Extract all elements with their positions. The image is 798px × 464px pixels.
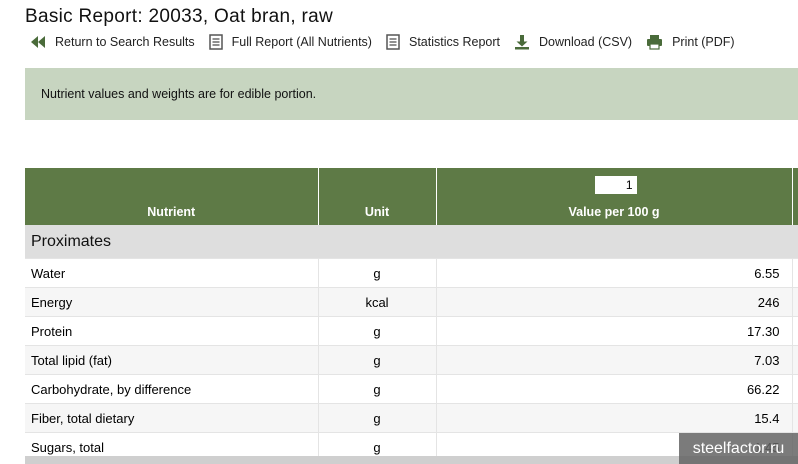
watermark: steelfactor.ru bbox=[679, 433, 798, 464]
nutrient-unit: g bbox=[318, 403, 437, 433]
nutrient-name: Carbohydrate, by difference bbox=[25, 374, 319, 404]
note-text: Nutrient values and weights are for edib… bbox=[41, 87, 317, 101]
page-title: Basic Report: 20033, Oat bran, raw bbox=[25, 6, 334, 27]
download-csv-label: Download (CSV) bbox=[539, 35, 633, 49]
return-to-search-label: Return to Search Results bbox=[55, 35, 195, 49]
statistics-report-link[interactable]: Statistics Report bbox=[386, 34, 500, 50]
document-icon bbox=[208, 34, 223, 50]
double-left-arrow-icon bbox=[31, 36, 45, 48]
quantity-input[interactable] bbox=[594, 176, 637, 194]
print-pdf-label: Print (PDF) bbox=[672, 35, 735, 49]
download-csv-link[interactable]: Download (CSV) bbox=[514, 34, 632, 50]
nutrient-name: Protein bbox=[25, 316, 319, 346]
nutrient-value: 6.55 bbox=[436, 258, 793, 288]
value-column-label: Value per 100 g bbox=[568, 205, 660, 219]
nutrient-name: Water bbox=[25, 258, 319, 288]
header-edge bbox=[792, 168, 798, 225]
full-report-link[interactable]: Full Report (All Nutrients) bbox=[208, 34, 372, 50]
edible-portion-note: Nutrient values and weights are for edib… bbox=[25, 68, 798, 120]
nutrient-name: Energy bbox=[25, 287, 319, 317]
return-to-search-link[interactable]: Return to Search Results bbox=[30, 35, 195, 49]
nutrient-column-header: Nutrient bbox=[25, 168, 319, 225]
row-edge bbox=[792, 403, 798, 433]
nutrient-unit: kcal bbox=[318, 287, 437, 317]
download-icon bbox=[515, 35, 529, 50]
table-row: Protein g 17.30 bbox=[25, 316, 798, 346]
nutrient-name: Total lipid (fat) bbox=[25, 345, 319, 375]
nutrient-unit: g bbox=[318, 374, 437, 404]
document-icon bbox=[386, 34, 400, 50]
table-row: Fiber, total dietary g 15.4 bbox=[25, 403, 798, 433]
row-edge bbox=[792, 374, 798, 404]
unit-column-header: Unit bbox=[318, 168, 437, 225]
nutrient-value: 15.4 bbox=[436, 403, 793, 433]
table-row: Carbohydrate, by difference g 66.22 bbox=[25, 374, 798, 404]
printer-icon bbox=[647, 35, 663, 50]
nutrient-table: Nutrient Unit Value per 100 g Proximates… bbox=[25, 168, 798, 462]
print-pdf-link[interactable]: Print (PDF) bbox=[646, 34, 735, 50]
nutrient-unit: g bbox=[318, 316, 437, 346]
nutrient-value: 66.22 bbox=[436, 374, 793, 404]
group-label: Proximates bbox=[25, 225, 798, 259]
table-row: Water g 6.55 bbox=[25, 258, 798, 288]
row-edge bbox=[792, 258, 798, 288]
row-edge bbox=[792, 287, 798, 317]
nutrient-value: 17.30 bbox=[436, 316, 793, 346]
group-row: Proximates bbox=[25, 225, 798, 259]
statistics-report-label: Statistics Report bbox=[408, 35, 500, 49]
full-report-label: Full Report (All Nutrients) bbox=[231, 35, 372, 49]
nutrient-table-wrapper: Nutrient Unit Value per 100 g Proximates… bbox=[25, 168, 798, 462]
nutrient-unit: g bbox=[318, 258, 437, 288]
nutrient-value: 7.03 bbox=[436, 345, 793, 375]
nutrient-name: Fiber, total dietary bbox=[25, 403, 319, 433]
report-toolbar: Return to Search Results Full Report (Al… bbox=[30, 31, 749, 53]
value-column-header: Value per 100 g bbox=[436, 168, 793, 225]
table-row: Energy kcal 246 bbox=[25, 287, 798, 317]
row-edge bbox=[792, 345, 798, 375]
nutrient-unit: g bbox=[318, 345, 437, 375]
table-row: Total lipid (fat) g 7.03 bbox=[25, 345, 798, 375]
nutrient-value: 246 bbox=[436, 287, 793, 317]
row-edge bbox=[792, 316, 798, 346]
